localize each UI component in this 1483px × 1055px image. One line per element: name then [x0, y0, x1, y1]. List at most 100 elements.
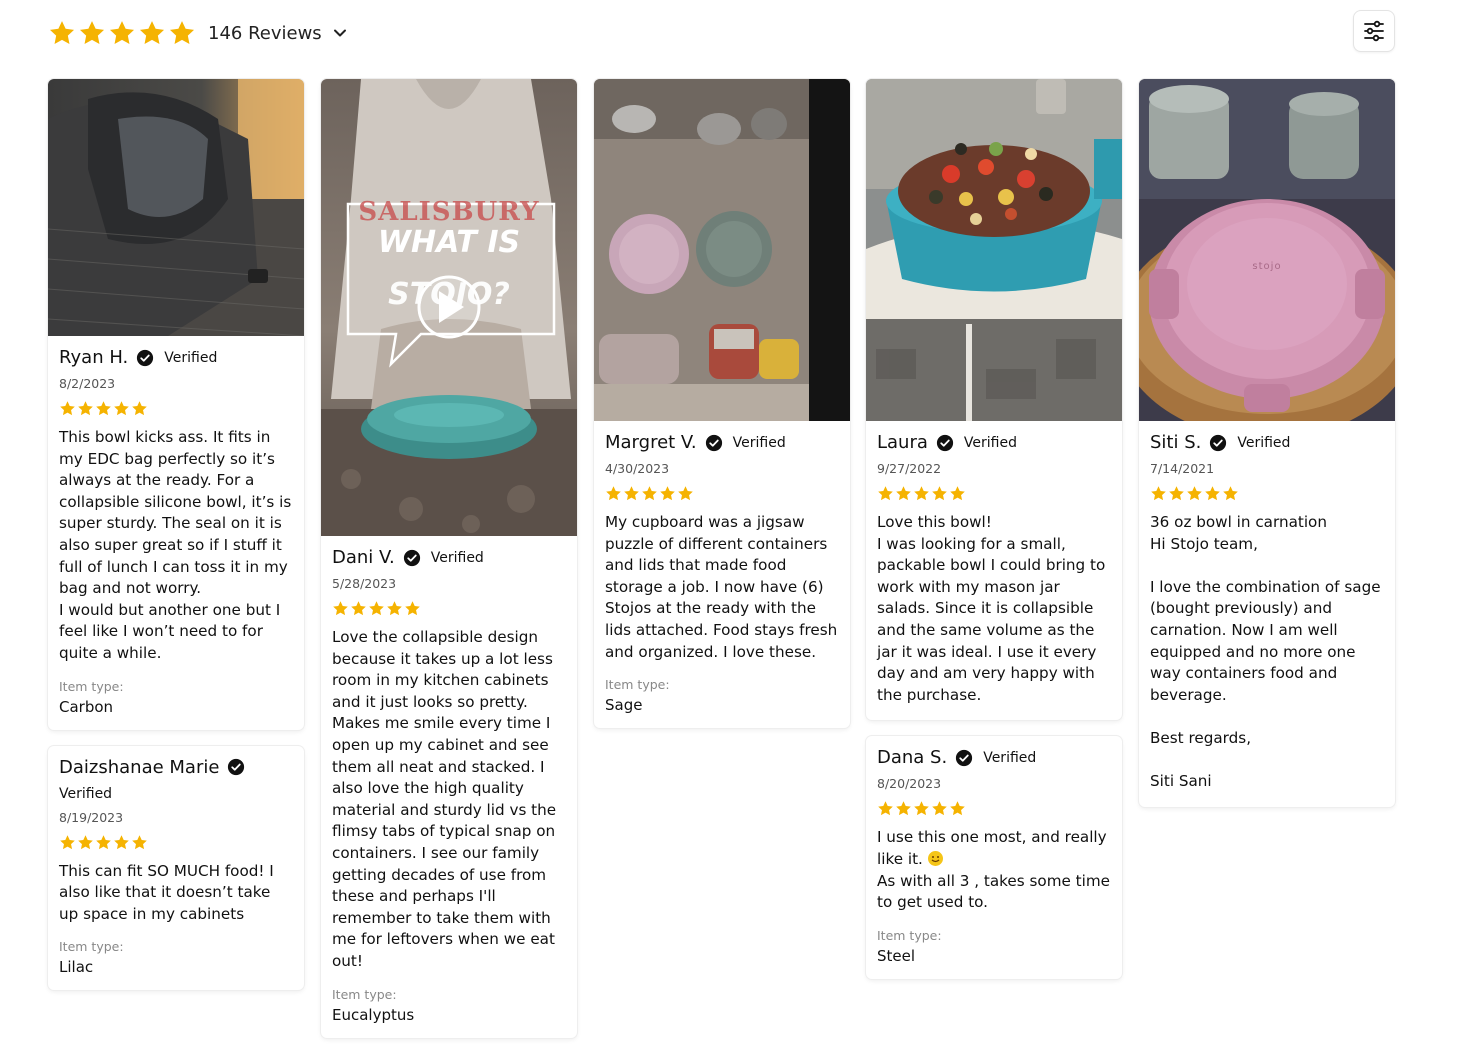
item-type-label: Item type: [332, 986, 397, 1002]
review-stars [332, 600, 566, 617]
review-text-part-2: As with all 3 , takes some time to get u… [877, 871, 1110, 912]
star-icon [405, 601, 420, 616]
star-icon [914, 801, 929, 816]
item-type-value: Sage [605, 696, 643, 715]
star-icon [139, 21, 165, 44]
verified-label: Verified [59, 785, 113, 802]
review-date: 8/20/2023 [877, 776, 942, 792]
reviews-header: 146 Reviews [48, 16, 348, 50]
reviewer-name: Daizshanae Marie [59, 756, 220, 778]
star-icon [950, 486, 965, 501]
filter-button[interactable] [1353, 10, 1395, 52]
star-icon [132, 834, 147, 849]
item-type-value: Carbon [59, 697, 114, 716]
item-type-label: Item type: [605, 677, 670, 693]
photo-carnation-bowl [1139, 79, 1395, 421]
review-photo[interactable] [866, 79, 1122, 421]
chevron-down-icon[interactable] [332, 25, 348, 41]
verified-check-icon [1210, 434, 1227, 451]
review-stars [877, 485, 1111, 502]
review-stars [877, 800, 1111, 817]
star-icon [1169, 486, 1184, 501]
hoodie-print: SALISBURY [358, 197, 540, 227]
star-icon [387, 601, 402, 616]
smile-emoji-icon [927, 850, 943, 866]
verified-check-icon [956, 749, 973, 766]
reviewer-name: Ryan H. [59, 347, 129, 368]
star-icon [896, 486, 911, 501]
review-column-1: Ryan H. Verified 8/2/2023 This bowl kick… [48, 79, 304, 1006]
verified-check-icon [936, 434, 954, 451]
review-stars [1150, 485, 1384, 502]
star-icon [624, 486, 639, 501]
overall-rating-stars [48, 19, 196, 47]
star-icon [896, 801, 911, 816]
review-date: 7/14/2021 [1150, 461, 1215, 476]
video-title-line-2: STOJO? [388, 277, 510, 312]
star-icon [878, 801, 893, 816]
item-type-label: Item type: [59, 939, 124, 955]
verified-label: Verified [164, 349, 218, 366]
review-stars [59, 400, 293, 417]
reviewer-name: Siti S. [1150, 432, 1202, 453]
reviews-count-dropdown[interactable]: 146 Reviews [208, 23, 322, 44]
lid-logo: stojo [1252, 261, 1282, 272]
sliders-icon [1364, 20, 1384, 42]
verified-label: Verified [963, 434, 1017, 451]
star-icon [109, 21, 135, 44]
item-type-label: Item type: [877, 927, 942, 943]
star-icon [1187, 486, 1202, 501]
review-photo[interactable] [594, 79, 850, 421]
star-icon [351, 601, 366, 616]
star-icon [642, 486, 657, 501]
photo-bag-with-bowl [48, 79, 304, 336]
item-type-label: Item type: [59, 678, 124, 694]
star-icon [369, 601, 384, 616]
review-date: 9/27/2022 [877, 461, 942, 476]
verified-check-icon [705, 434, 722, 451]
review-card[interactable]: SALISBURY WHAT IS STOJO? Dani V. Verifie… [321, 79, 577, 1038]
star-icon [114, 401, 129, 416]
star-icon [60, 834, 75, 849]
star-icon [78, 834, 93, 849]
review-column-3: Margret V. Verified 4/30/2023 My cupboar… [594, 79, 850, 744]
star-icon [606, 486, 621, 501]
review-text: This can fit SO MUCH food! I also like t… [59, 861, 274, 923]
reviewer-name: Laura [877, 432, 928, 453]
review-text: Love the collapsible design because it t… [332, 628, 557, 970]
star-icon [60, 401, 75, 416]
verified-label: Verified [732, 434, 786, 451]
review-card[interactable]: Margret V. Verified 4/30/2023 My cupboar… [594, 79, 850, 729]
star-icon [114, 834, 129, 849]
review-stars [605, 485, 839, 502]
star-icon [914, 486, 929, 501]
review-card[interactable]: stojo Siti S. Verified 7/14/2021 36 oz b… [1139, 79, 1395, 807]
review-photo[interactable] [48, 79, 304, 336]
review-date: 4/30/2023 [605, 461, 670, 476]
star-icon [169, 21, 195, 44]
reviewer-name: Dani V. [332, 547, 395, 568]
review-card[interactable]: Dana S. Verified 8/20/2023 I use this on… [866, 736, 1122, 979]
photo-cupboard-containers [594, 79, 850, 421]
review-stars [59, 834, 293, 851]
star-icon [132, 401, 147, 416]
review-column-2: SALISBURY WHAT IS STOJO? Dani V. Verifie… [321, 79, 577, 1054]
review-video[interactable]: SALISBURY WHAT IS STOJO? [321, 79, 577, 536]
review-card[interactable]: Ryan H. Verified 8/2/2023 This bowl kick… [48, 79, 304, 730]
verified-label: Verified [430, 549, 484, 566]
review-card[interactable]: Daizshanae Marie Verified 8/19/2023 This… [48, 745, 304, 991]
item-type-value: Lilac [59, 958, 94, 977]
review-date: 8/19/2023 [59, 809, 124, 825]
item-type-value: Eucalyptus [332, 1005, 415, 1024]
star-icon [1151, 486, 1166, 501]
review-photo[interactable]: stojo [1139, 79, 1395, 421]
reviewer-name: Margret V. [605, 432, 697, 453]
verified-label: Verified [1237, 434, 1291, 451]
photo-salad-bowl [866, 79, 1122, 421]
star-icon [79, 21, 105, 44]
star-icon [660, 486, 675, 501]
review-text: This bowl kicks ass. It fits in my EDC b… [59, 428, 292, 662]
review-text: My cupboard was a jigsaw puzzle of diffe… [605, 513, 838, 661]
review-card[interactable]: Laura Verified 9/27/2022 Love this bowl!… [866, 79, 1122, 721]
star-icon [678, 486, 693, 501]
